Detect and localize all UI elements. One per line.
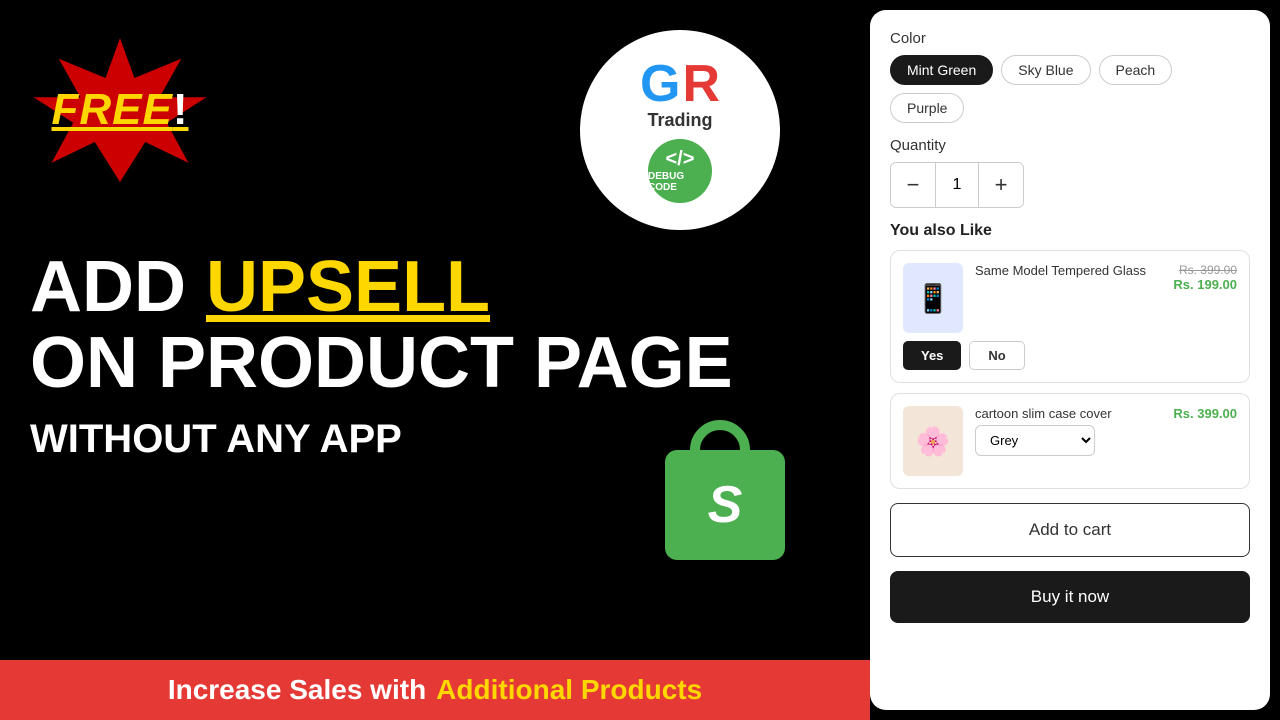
upsell-img-1: 📱: [903, 263, 963, 333]
quantity-section: Quantity − 1 +: [890, 137, 1250, 208]
upsell-sale-price-1: Rs. 199.00: [1173, 277, 1237, 292]
banner-white-text: Increase Sales with: [168, 674, 426, 706]
logo-g: G: [640, 58, 680, 110]
quantity-row: − 1 +: [890, 162, 1024, 208]
logo-brackets: </>: [666, 148, 695, 171]
bag-body: S: [665, 450, 785, 560]
add-to-cart-button[interactable]: Add to cart: [890, 503, 1250, 557]
upsell-card-2-top: 🌸 cartoon slim case cover Grey Black Pin…: [903, 406, 1237, 476]
logo-code-circle: </> DEBUG CODE: [648, 139, 712, 203]
qty-value: 1: [935, 163, 979, 207]
logo-trading: Trading: [647, 110, 712, 131]
upsell-name-1: Same Model Tempered Glass: [975, 263, 1161, 278]
qty-plus-button[interactable]: +: [979, 163, 1023, 207]
logo-code-sub: DEBUG CODE: [648, 171, 712, 193]
logo-r: R: [682, 58, 720, 110]
buy-now-button[interactable]: Buy it now: [890, 571, 1250, 623]
upsell-card-1-top: 📱 Same Model Tempered Glass Rs. 399.00 R…: [903, 263, 1237, 333]
color-purple[interactable]: Purple: [890, 93, 964, 123]
free-text: FREE!: [51, 85, 188, 135]
free-label: FREE: [51, 85, 172, 134]
banner-yellow-text: Additional Products: [436, 674, 702, 706]
upsell-card-1: 📱 Same Model Tempered Glass Rs. 399.00 R…: [890, 250, 1250, 383]
upsell-orig-price-1: Rs. 399.00: [1173, 263, 1237, 277]
heading-add: ADD: [30, 247, 206, 327]
upsell-prices-1: Rs. 399.00 Rs. 199.00: [1173, 263, 1237, 292]
shopify-bag: S: [660, 420, 790, 560]
upsell-img-2: 🌸: [903, 406, 963, 476]
right-panel: Color Mint Green Sky Blue Peach Purple Q…: [870, 10, 1270, 710]
upsell-variant-select[interactable]: Grey Black Pink: [975, 425, 1095, 456]
color-section: Color Mint Green Sky Blue Peach Purple: [890, 30, 1250, 123]
top-row: FREE! G R Trading </> DEBUG CODE: [30, 20, 840, 230]
bottom-banner: Increase Sales with Additional Products: [0, 660, 870, 720]
upsell-yesno-1: Yes No: [903, 341, 1237, 370]
upsell-card-2: 🌸 cartoon slim case cover Grey Black Pin…: [890, 393, 1250, 489]
color-label: Color: [890, 30, 1250, 47]
color-peach[interactable]: Peach: [1099, 55, 1173, 85]
color-sky-blue[interactable]: Sky Blue: [1001, 55, 1090, 85]
heading-upsell: UPSELL: [206, 247, 490, 327]
upsell-yes-button-1[interactable]: Yes: [903, 341, 961, 370]
upsell-title: You also Like: [890, 222, 1250, 240]
upsell-info-2: cartoon slim case cover Grey Black Pink: [975, 406, 1161, 456]
shopify-letter: S: [708, 475, 743, 535]
upsell-name-2: cartoon slim case cover: [975, 406, 1161, 421]
color-options: Mint Green Sky Blue Peach Purple: [890, 55, 1250, 123]
quantity-label: Quantity: [890, 137, 1250, 154]
upsell-info-1: Same Model Tempered Glass: [975, 263, 1161, 282]
upsell-no-button-1[interactable]: No: [969, 341, 1024, 370]
exclaim: !: [173, 85, 189, 134]
logo-circle: G R Trading </> DEBUG CODE: [580, 30, 780, 230]
upsell-sale-price-2: Rs. 399.00: [1173, 406, 1237, 421]
main-heading: ADD UPSELL ON PRODUCT PAGE: [30, 250, 840, 401]
upsell-section: You also Like 📱 Same Model Tempered Glas…: [890, 222, 1250, 489]
upsell-prices-2: Rs. 399.00: [1173, 406, 1237, 421]
left-panel: FREE! G R Trading </> DEBUG CODE ADD UPS…: [0, 0, 870, 720]
qty-minus-button[interactable]: −: [891, 163, 935, 207]
heading-line1: ADD UPSELL: [30, 250, 840, 326]
color-mint-green[interactable]: Mint Green: [890, 55, 993, 85]
free-badge: FREE!: [30, 30, 210, 190]
heading-line2: ON PRODUCT PAGE: [30, 326, 840, 402]
